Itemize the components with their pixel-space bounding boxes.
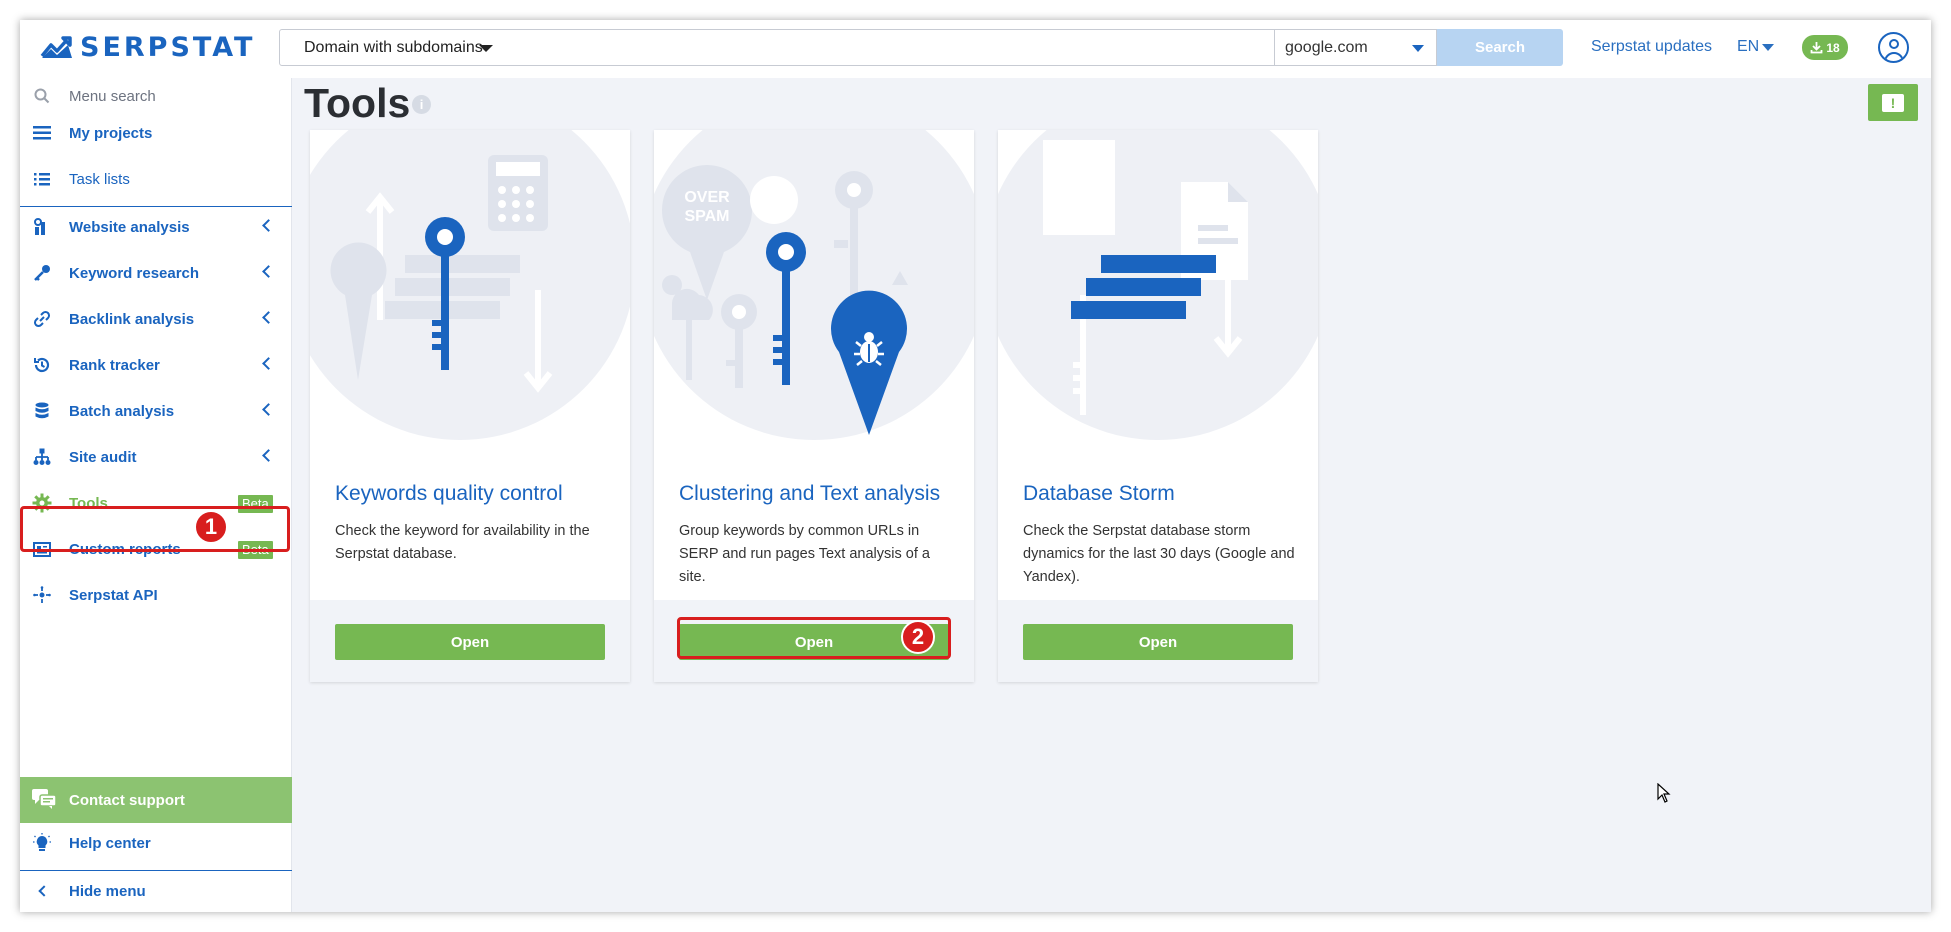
language-select[interactable]: EN xyxy=(1737,38,1775,56)
sidebar-item-task-lists[interactable]: Task lists xyxy=(20,161,292,197)
list-icon xyxy=(30,167,54,191)
card-footer: Open xyxy=(310,600,630,682)
card-description: Group keywords by common URLs in SERP an… xyxy=(679,523,930,585)
open-button[interactable]: Open xyxy=(1023,624,1293,660)
chevron-left-icon xyxy=(262,219,275,232)
sidebar-divider xyxy=(20,870,292,871)
sidebar-item-label: My projects xyxy=(69,124,153,142)
sidebar-item-backlink-analysis[interactable]: Backlink analysis xyxy=(20,301,292,337)
info-icon[interactable]: i xyxy=(412,95,431,114)
sidebar-divider xyxy=(20,206,292,207)
chevron-left-icon xyxy=(262,311,275,324)
card-footer: Open xyxy=(998,600,1318,682)
caret-down-icon xyxy=(1762,43,1775,51)
caret-down-icon xyxy=(1412,45,1424,52)
clustering-illustration: OVER SPAM xyxy=(654,130,974,440)
app-window: SERPSTAT Domain with subdomains google.c… xyxy=(20,20,1931,912)
help-center-label: Help center xyxy=(69,834,151,852)
card-content: Database Storm Check the Serpstat databa… xyxy=(998,440,1318,600)
step1-badge: 1 xyxy=(194,510,228,544)
hide-menu-label: Hide menu xyxy=(69,882,146,900)
menu-search[interactable]: Menu search xyxy=(20,78,292,114)
downloads-button[interactable]: 18 xyxy=(1802,35,1848,60)
logo-mark-icon xyxy=(40,35,72,58)
language-value: EN xyxy=(1737,38,1760,55)
help-center-link[interactable]: Help center xyxy=(20,825,292,861)
mouse-cursor-icon xyxy=(1657,783,1671,803)
menu-lines-icon xyxy=(30,121,54,145)
search-input[interactable] xyxy=(509,29,1275,66)
card-description: Check the Serpstat database storm dynami… xyxy=(1023,523,1295,585)
database-storm-illustration xyxy=(998,130,1318,440)
serpstat-logo[interactable]: SERPSTAT xyxy=(40,32,255,63)
sidebar: Menu search My projects Task lists Websi… xyxy=(20,78,292,912)
sidebar-item-label: Task lists xyxy=(69,170,130,188)
open-button[interactable]: Open xyxy=(335,624,605,660)
sidebar-item-my-projects[interactable]: My projects xyxy=(20,115,292,151)
sidebar-item-label: Keyword research xyxy=(69,264,200,282)
sidebar-item-website-analysis[interactable]: Website analysis xyxy=(20,209,292,245)
card-content: Keywords quality control Check the keywo… xyxy=(310,440,630,600)
search-engine-select[interactable]: google.com xyxy=(1274,29,1437,66)
database-icon xyxy=(30,399,54,423)
keywords-quality-illustration xyxy=(310,130,630,440)
chevron-left-icon xyxy=(30,879,54,903)
tool-card-database-storm: Database Storm Check the Serpstat databa… xyxy=(998,130,1318,682)
sidebar-item-site-audit[interactable]: Site audit xyxy=(20,439,292,475)
sitemap-icon xyxy=(30,445,54,469)
feedback-button[interactable]: ! xyxy=(1868,84,1918,121)
lightbulb-icon xyxy=(30,831,54,855)
search-engine-value: google.com xyxy=(1285,38,1368,56)
card-content: Clustering and Text analysis Group keywo… xyxy=(654,440,974,600)
hide-menu-button[interactable]: Hide menu xyxy=(20,873,292,909)
card-description: Check the keyword for availability in th… xyxy=(335,523,590,562)
chevron-left-icon xyxy=(262,403,275,416)
card-title[interactable]: Database Storm xyxy=(1023,482,1175,506)
top-bar: SERPSTAT Domain with subdomains google.c… xyxy=(20,20,1931,78)
feedback-icon: ! xyxy=(1882,93,1904,112)
analytics-icon xyxy=(30,215,54,239)
chevron-left-icon xyxy=(262,265,275,278)
brand-name: SERPSTAT xyxy=(80,32,256,63)
chevron-left-icon xyxy=(262,449,275,462)
overspam-line1: OVER xyxy=(684,189,730,206)
sidebar-item-batch-analysis[interactable]: Batch analysis xyxy=(20,393,292,429)
sidebar-item-label: Rank tracker xyxy=(69,356,160,374)
search-button[interactable]: Search xyxy=(1437,29,1563,66)
link-icon xyxy=(30,307,54,331)
history-icon xyxy=(30,353,54,377)
chevron-left-icon xyxy=(262,357,275,370)
downloads-count: 18 xyxy=(1826,40,1840,55)
domain-mode-select[interactable]: Domain with subdomains xyxy=(279,29,510,66)
domain-mode-value: Domain with subdomains xyxy=(304,38,483,56)
card-title[interactable]: Keywords quality control xyxy=(335,482,563,506)
sidebar-item-label: Serpstat API xyxy=(69,586,158,604)
step1-highlight xyxy=(20,506,290,552)
contact-support-label: Contact support xyxy=(69,791,185,809)
download-icon xyxy=(1810,42,1823,54)
sidebar-item-label: Batch analysis xyxy=(69,402,175,420)
step2-badge: 2 xyxy=(901,620,935,654)
page-title: Tools xyxy=(304,80,411,126)
sidebar-item-keyword-research[interactable]: Keyword research xyxy=(20,255,292,291)
search-icon xyxy=(30,84,54,108)
card-title[interactable]: Clustering and Text analysis xyxy=(679,482,940,506)
api-icon xyxy=(30,583,54,607)
serpstat-updates-link[interactable]: Serpstat updates xyxy=(1591,38,1712,56)
contact-support-button[interactable]: Contact support xyxy=(20,777,292,823)
chat-icon xyxy=(32,789,57,814)
overspam-line2: SPAM xyxy=(684,208,729,225)
sidebar-item-rank-tracker[interactable]: Rank tracker xyxy=(20,347,292,383)
sidebar-item-serpstat-api[interactable]: Serpstat API xyxy=(20,577,292,613)
tool-card-clustering-text-analysis: OVER SPAM Clustering and Text analysis G… xyxy=(654,130,974,682)
sidebar-item-label: Site audit xyxy=(69,448,137,466)
caret-down-icon xyxy=(479,45,493,52)
key-icon xyxy=(30,261,54,285)
sidebar-item-label: Website analysis xyxy=(69,218,190,236)
sidebar-item-label: Backlink analysis xyxy=(69,310,195,328)
tool-card-keywords-quality-control: Keywords quality control Check the keywo… xyxy=(310,130,630,682)
menu-search-input[interactable]: Menu search xyxy=(69,88,156,105)
user-avatar-icon[interactable] xyxy=(1878,32,1909,63)
